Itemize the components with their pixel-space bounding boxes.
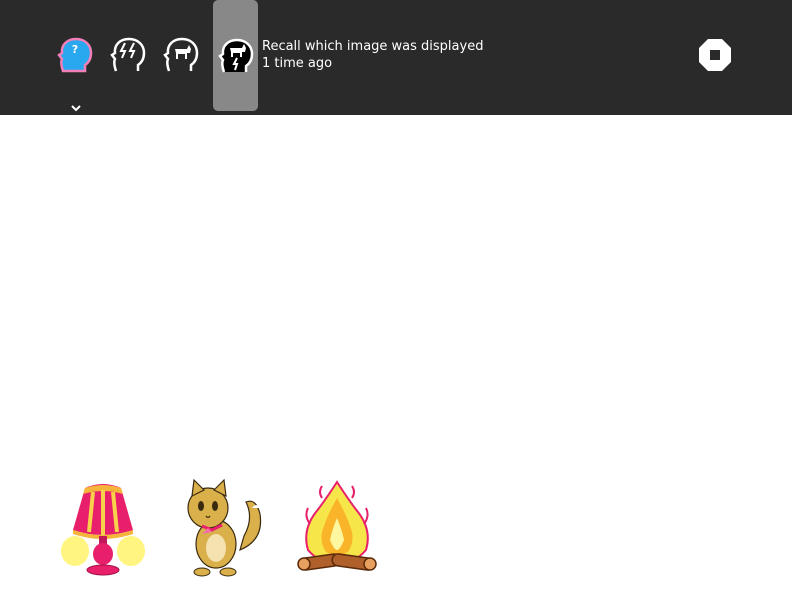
cat-picture[interactable] <box>172 478 268 578</box>
head-question-icon: ? <box>57 37 93 73</box>
head-animal-lightning-icon <box>217 38 253 72</box>
mode-animal-button[interactable] <box>160 34 202 76</box>
stop-icon[interactable] <box>698 38 732 72</box>
svg-text:?: ? <box>72 43 78 56</box>
lamp-picture[interactable] <box>55 478 151 578</box>
instruction-line-2: 1 time ago <box>262 56 333 71</box>
instruction-line-1: Recall which image was displayed <box>262 39 484 54</box>
head-animal-icon <box>163 37 199 72</box>
mode-animal-lightning-button[interactable] <box>213 0 258 111</box>
chevron-down-icon[interactable] <box>68 102 84 114</box>
campfire-picture[interactable] <box>292 478 382 578</box>
mode-lightning-button[interactable] <box>107 34 149 76</box>
top-toolbar: ? Recall which image was displayed 1 tim… <box>0 0 792 115</box>
instruction-text: Recall which image was displayed 1 time … <box>262 38 483 72</box>
help-button[interactable]: ? <box>54 34 96 76</box>
head-lightning-icon <box>110 37 146 72</box>
